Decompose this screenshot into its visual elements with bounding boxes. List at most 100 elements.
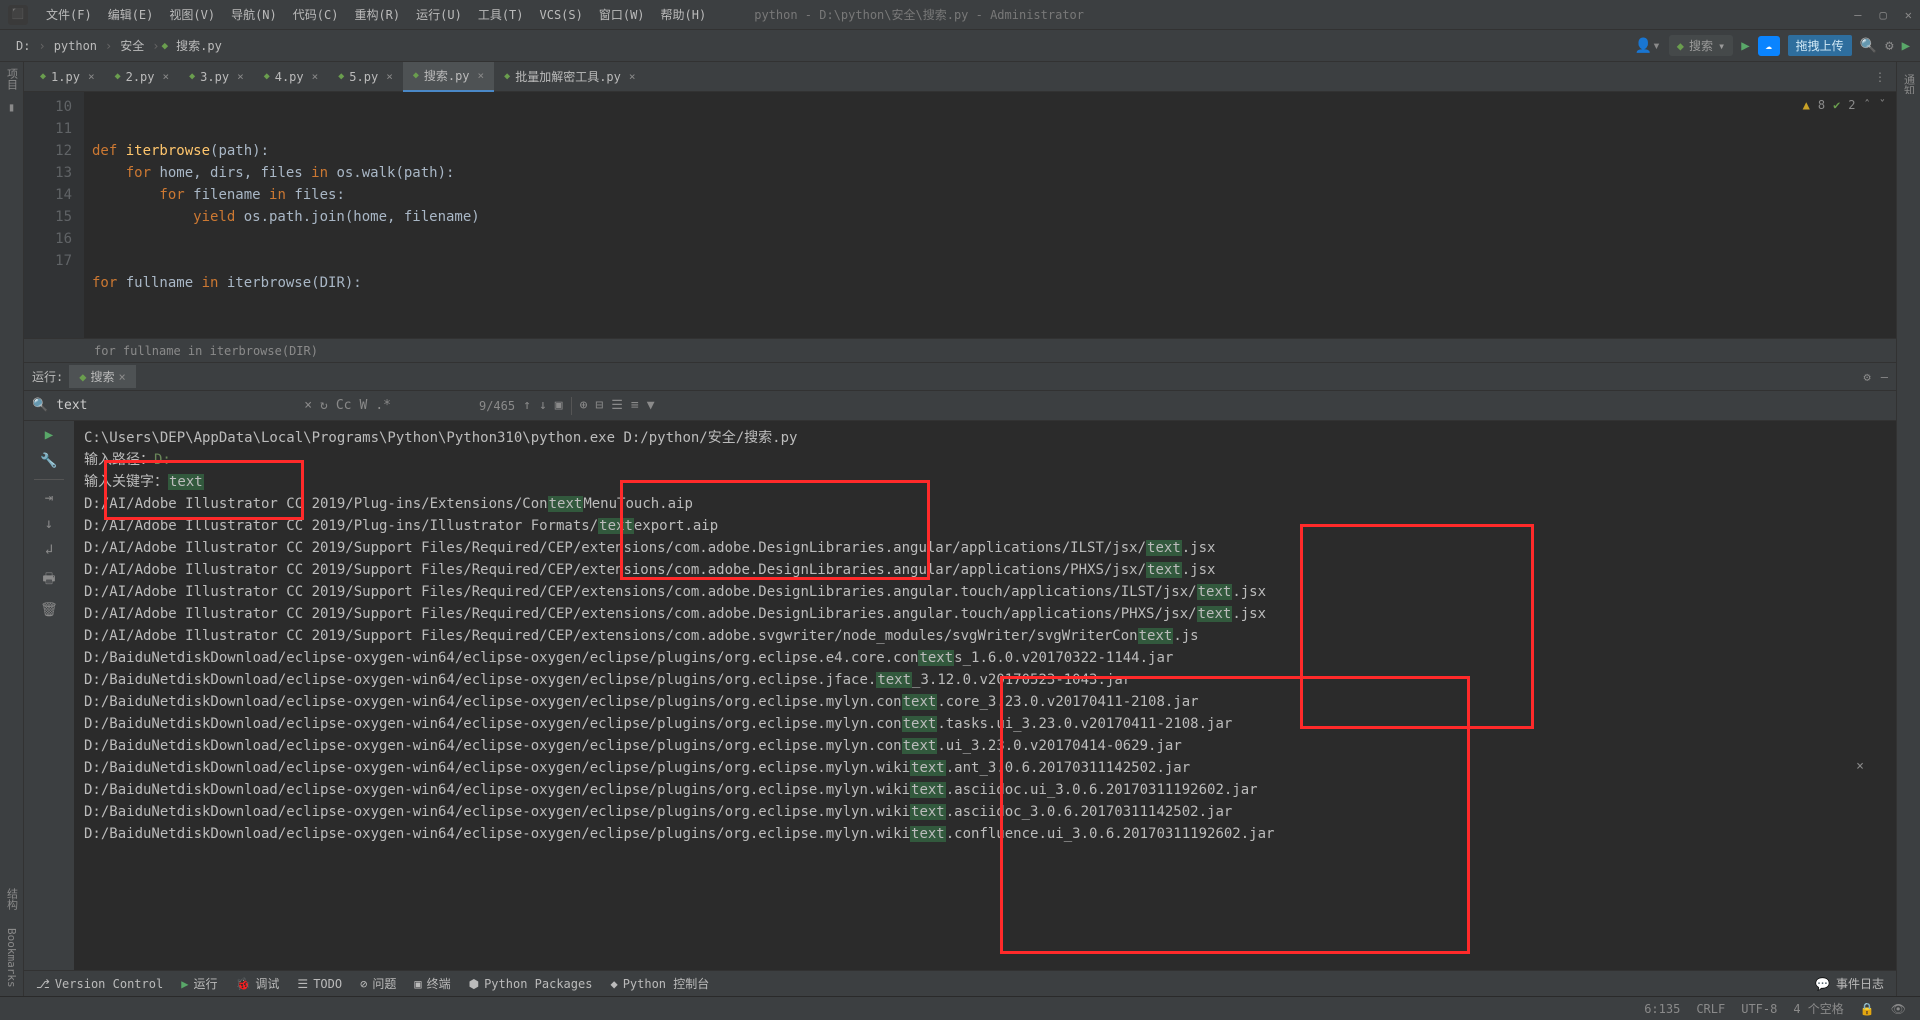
prev-match-icon[interactable]: ↑ [523,398,531,413]
select-all-icon[interactable]: ▣ [555,398,563,413]
caret-position[interactable]: 6:135 [1644,1002,1680,1016]
readonly-icon[interactable]: 👁 [1891,1002,1906,1016]
chevron-down-icon[interactable]: ˇ [1879,98,1886,112]
folder-icon[interactable]: ▮ [8,100,15,114]
close-icon[interactable]: × [386,70,393,83]
tab-1py[interactable]: ◆1.py× [30,62,105,92]
console-output[interactable]: C:\Users\DEP\AppData\Local\Programs\Pyth… [74,421,1896,970]
close-icon[interactable]: × [88,70,95,83]
todo-tool-button[interactable]: ☰TODO [297,977,342,991]
remove-selection-icon[interactable]: ⊟ [595,398,603,413]
tab-5py[interactable]: ◆5.py× [328,62,403,92]
balloon-icon: 💬 [1815,977,1830,991]
config-selector[interactable]: ◆ 搜索 ▾ [1669,35,1733,56]
bookmarks-tool-button[interactable]: Bookmarks [5,928,18,988]
indent-setting[interactable]: 4 个空格 [1793,1000,1843,1017]
structure-tool-button[interactable]: 结构 [4,888,20,910]
soft-wrap-icon[interactable]: ↲ [45,542,53,558]
file-encoding[interactable]: UTF-8 [1741,1002,1777,1016]
packages-tool-button[interactable]: ⬢Python Packages [469,977,593,991]
run-header: 运行: ◆ 搜索 × ⚙ — [24,363,1896,391]
crumb-folder-2[interactable]: 安全 [114,37,150,54]
close-icon[interactable]: × [237,70,244,83]
close-icon[interactable]: × [478,69,485,82]
editor-scrollbar[interactable] [1902,94,1916,354]
tab-4py[interactable]: ◆4.py× [254,62,329,92]
tab-search-py[interactable]: ◆搜索.py× [403,62,494,92]
minimize-icon[interactable]: — [1854,8,1861,22]
menu-vcs[interactable]: VCS(S) [532,8,591,22]
tab-2py[interactable]: ◆2.py× [105,62,180,92]
crumb-folder-1[interactable]: python [48,39,103,53]
app-logo-icon: ⬛ [8,5,28,25]
close-window-icon[interactable]: ✕ [1905,8,1912,22]
close-icon[interactable]: × [629,70,636,83]
tab-label: 2.py [126,70,155,84]
code-body[interactable]: def iterbrowse(path): for home, dirs, fi… [84,92,1896,338]
menu-tools[interactable]: 工具(T) [470,6,532,23]
cloud-upload-icon[interactable]: ☁ [1758,36,1780,56]
debug-tool-button[interactable]: 🐞调试 [235,975,279,992]
maximize-icon[interactable]: ▢ [1880,8,1887,22]
execute-icon[interactable]: ▶ [1902,38,1910,54]
problems-tool-button[interactable]: ⊘问题 [360,975,396,992]
select-occurrences-icon[interactable]: ☰ [611,398,623,413]
search-icon[interactable]: 🔍 [1860,38,1877,54]
python-icon: ◆ [338,71,344,82]
close-icon[interactable]: × [312,70,319,83]
menu-run[interactable]: 运行(U) [408,6,470,23]
match-case-icon[interactable]: Cc [336,398,352,413]
next-match-icon[interactable]: ↓ [539,398,547,413]
menu-edit[interactable]: 编辑(E) [100,6,162,23]
menu-help[interactable]: 帮助(H) [653,6,715,23]
line-separator[interactable]: CRLF [1696,1002,1725,1016]
toggle-icon[interactable]: ≡ [631,398,639,413]
run-icon[interactable]: ▶ [1741,38,1749,54]
menu-refactor[interactable]: 重构(R) [346,6,408,23]
run-tool-button[interactable]: ▶运行 [181,975,217,992]
event-log-button[interactable]: 💬事件日志 [1815,975,1884,992]
drag-upload-button[interactable]: 拖拽上传 [1788,35,1852,56]
menu-navigate[interactable]: 导航(N) [223,6,285,23]
inspections-widget[interactable]: ▲8 ✔2 ˆ ˇ [1803,98,1886,112]
close-icon[interactable]: × [163,70,170,83]
close-icon[interactable]: × [118,370,125,384]
trash-icon[interactable]: 🗑 [40,602,58,618]
run-config-tab[interactable]: ◆ 搜索 × [69,365,135,388]
menu-code[interactable]: 代码(C) [285,6,347,23]
code-breadcrumb[interactable]: for fullname in iterbrowse(DIR) [24,338,1896,362]
clear-icon[interactable]: × [304,398,312,413]
menu-window[interactable]: 窗口(W) [591,6,653,23]
add-selection-icon[interactable]: ⊕ [580,398,588,413]
debug-icon[interactable]: 🔧 [40,453,57,469]
crumb-drive[interactable]: D: [10,39,36,53]
user-icon[interactable]: 👤▾ [1635,38,1661,54]
vcs-tool-button[interactable]: ⎇Version Control [36,977,163,991]
settings-icon[interactable]: ⚙ [1885,38,1893,54]
python-icon: ◆ [189,71,195,82]
crumb-file[interactable]: 搜索.py [170,37,228,54]
rerun-icon[interactable]: ▶ [45,427,53,443]
tab-3py[interactable]: ◆3.py× [179,62,254,92]
menu-file[interactable]: 文件(F) [38,6,100,23]
code-editor[interactable]: 10111213 14151617 def iterbrowse(path): … [24,92,1896,338]
find-input[interactable] [56,398,296,413]
gear-icon[interactable]: ⚙ [1864,370,1871,384]
filter-icon[interactable]: ▼ [647,398,655,413]
step-icon[interactable]: ⇥ [45,490,53,506]
minimize-panel-icon[interactable]: — [1881,370,1888,384]
console-tool-button[interactable]: ◆Python 控制台 [610,975,709,992]
terminal-tool-button[interactable]: ▣终端 [414,975,450,992]
whole-word-icon[interactable]: W [360,398,368,413]
tab-batch-py[interactable]: ◆批量加解密工具.py× [494,62,645,92]
project-tool-button[interactable]: 项目 [4,68,20,90]
lock-icon[interactable]: 🔒 [1860,1002,1875,1016]
regex-icon[interactable]: .* [375,398,391,413]
menu-view[interactable]: 视图(V) [161,6,223,23]
down-icon[interactable]: ↓ [45,516,53,532]
tabs-more-icon[interactable]: ⋮ [1874,70,1896,84]
chevron-up-icon[interactable]: ˆ [1864,98,1871,112]
print-icon[interactable]: 🖶 [42,568,55,592]
history-icon[interactable]: ↻ [320,398,328,413]
notifications-tool-button[interactable]: 通知 [1901,66,1917,96]
